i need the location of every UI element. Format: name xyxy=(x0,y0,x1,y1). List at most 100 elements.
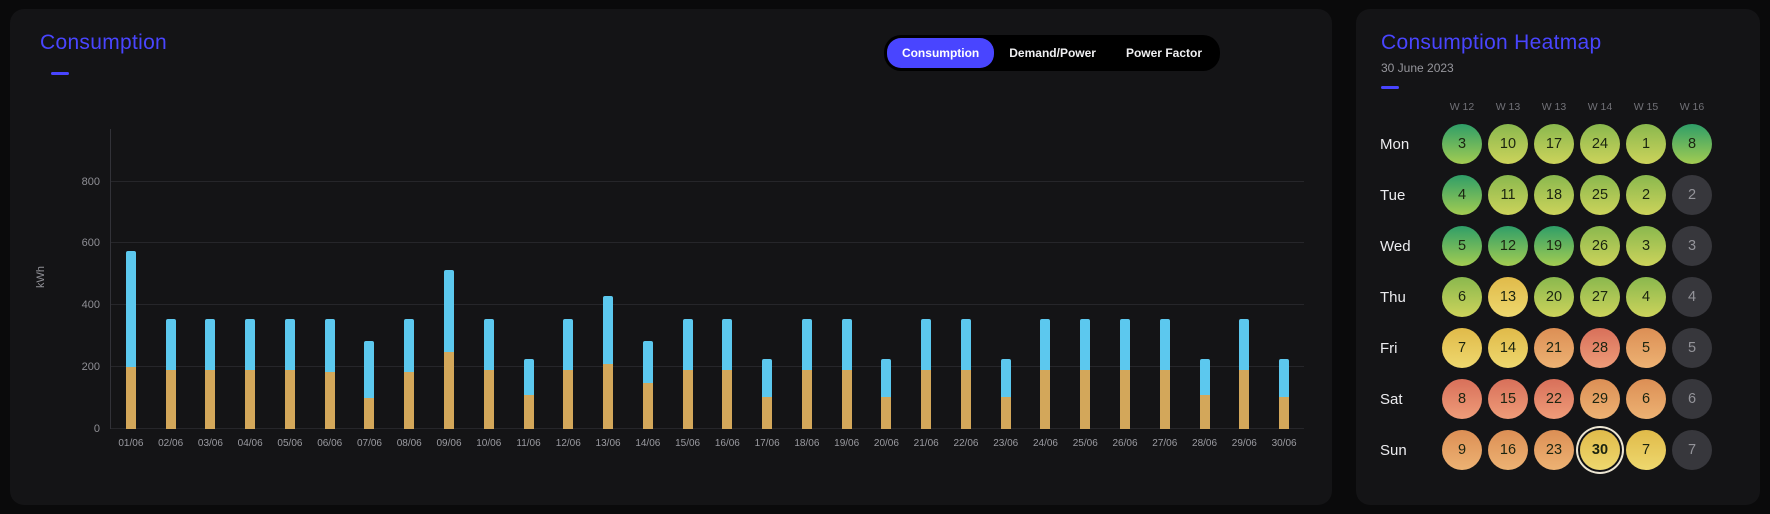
x-tick-label: 01/06 xyxy=(118,438,144,449)
x-tick-label: 11/06 xyxy=(516,438,541,449)
tab-power-factor[interactable]: Power Factor xyxy=(1111,38,1217,68)
heatmap-day-cell[interactable]: 4 xyxy=(1672,277,1712,317)
heatmap-day-cell[interactable]: 2 xyxy=(1626,175,1666,215)
tab-consumption[interactable]: Consumption xyxy=(886,38,995,68)
y-axis-label: kWh xyxy=(35,266,47,288)
bar-segment-top xyxy=(960,319,971,371)
x-tick-label: 21/06 xyxy=(913,438,939,449)
y-tick-label: 600 xyxy=(81,237,100,250)
y-tick-label: 200 xyxy=(81,361,100,374)
bar-segment-top xyxy=(722,319,733,371)
heatmap-day-cell[interactable]: 4 xyxy=(1442,175,1482,215)
heatmap-day-cell[interactable]: 27 xyxy=(1580,277,1620,317)
heatmap-day-cell[interactable]: 14 xyxy=(1488,328,1528,368)
bar-slot: 07/06 xyxy=(350,129,390,449)
heatmap-day-cell[interactable]: 22 xyxy=(1534,379,1574,419)
day-row-label: Wed xyxy=(1380,237,1411,255)
bar-slots: 01/06 02/06 03/06 04/06 05/06 06/06 07/06 08/06… xyxy=(111,129,1304,449)
bar-segment-top xyxy=(603,296,614,365)
heatmap-day-cell[interactable]: 3 xyxy=(1442,124,1482,164)
heatmap-day-cell[interactable]: 8 xyxy=(1672,124,1712,164)
heatmap-day-cell[interactable]: 23 xyxy=(1534,430,1574,470)
bar-stack xyxy=(245,319,256,429)
week-label: W 16 xyxy=(1679,101,1705,113)
bar-segment-bottom xyxy=(1040,370,1051,429)
bar-stack xyxy=(165,319,176,429)
bar-slot: 22/06 xyxy=(946,129,986,449)
bar-slot: 17/06 xyxy=(747,129,787,449)
bar-segment-bottom xyxy=(960,370,971,429)
heatmap-day-cell[interactable]: 29 xyxy=(1580,379,1620,419)
bar-segment-bottom xyxy=(284,370,295,429)
heatmap-day-cell[interactable]: 12 xyxy=(1488,226,1528,266)
heatmap-day-cell[interactable]: 10 xyxy=(1488,124,1528,164)
heatmap-day-cell[interactable]: 3 xyxy=(1672,226,1712,266)
bar-segment-top xyxy=(404,319,415,372)
heatmap-title: Consumption Heatmap xyxy=(1381,31,1602,54)
bar-slot: 24/06 xyxy=(1026,129,1066,449)
heatmap-day-cell[interactable]: 17 xyxy=(1534,124,1574,164)
heatmap-day-cell[interactable]: 6 xyxy=(1626,379,1666,419)
bar-slot: 04/06 xyxy=(230,129,270,449)
heatmap-day-cell[interactable]: 3 xyxy=(1626,226,1666,266)
heatmap-day-cell[interactable]: 9 xyxy=(1442,430,1482,470)
bar-segment-bottom xyxy=(921,370,932,429)
heatmap-day-cell[interactable]: 20 xyxy=(1534,277,1574,317)
bar-slot: 08/06 xyxy=(389,129,429,449)
x-tick-label: 07/06 xyxy=(356,438,382,449)
bar-stack xyxy=(921,319,932,429)
heatmap-day-cell[interactable]: 18 xyxy=(1534,175,1574,215)
title-accent-dash xyxy=(51,72,69,75)
heatmap-day-cell[interactable]: 6 xyxy=(1672,379,1712,419)
week-label: W 15 xyxy=(1633,101,1659,113)
bar-segment-top xyxy=(801,319,812,371)
heatmap-day-cell[interactable]: 16 xyxy=(1488,430,1528,470)
heatmap-day-cell[interactable]: 6 xyxy=(1442,277,1482,317)
bar-segment-top xyxy=(1279,359,1290,397)
bar-segment-top xyxy=(1159,319,1170,371)
heatmap-day-cell[interactable]: 21 xyxy=(1534,328,1574,368)
heatmap-grid: W 12 W 13 W 13 W 14 W 15 W 16 Mon 3 10 17 24 1 8 Tue 4… xyxy=(1378,101,1712,470)
heatmap-day-cell[interactable]: 7 xyxy=(1672,430,1712,470)
x-tick-label: 24/06 xyxy=(1032,438,1058,449)
bar-segment-top xyxy=(165,319,176,371)
heatmap-day-cell[interactable]: 28 xyxy=(1580,328,1620,368)
heatmap-day-cell[interactable]: 2 xyxy=(1672,175,1712,215)
bar-segment-top xyxy=(364,340,375,399)
heatmap-day-cell[interactable]: 13 xyxy=(1488,277,1528,317)
bar-stack xyxy=(682,319,693,429)
heatmap-day-cell[interactable]: 11 xyxy=(1488,175,1528,215)
bar-slot: 14/06 xyxy=(628,129,668,449)
heatmap-day-cell[interactable]: 30 xyxy=(1580,430,1620,470)
x-tick-label: 05/06 xyxy=(277,438,303,449)
bar-stack xyxy=(1120,319,1131,429)
heatmap-day-cell[interactable]: 26 xyxy=(1580,226,1620,266)
heatmap-day-cell[interactable]: 5 xyxy=(1442,226,1482,266)
bar-slot: 29/06 xyxy=(1224,129,1264,449)
tab-demand-power[interactable]: Demand/Power xyxy=(994,38,1111,68)
x-tick-label: 04/06 xyxy=(237,438,263,449)
x-tick-label: 12/06 xyxy=(555,438,581,449)
heatmap-day-cell[interactable]: 25 xyxy=(1580,175,1620,215)
heatmap-subtitle: 30 June 2023 xyxy=(1381,61,1454,75)
heatmap-day-cell[interactable]: 7 xyxy=(1626,430,1666,470)
heatmap-day-cell[interactable]: 15 xyxy=(1488,379,1528,419)
heatmap-day-cell[interactable]: 7 xyxy=(1442,328,1482,368)
bar-stack xyxy=(1279,359,1290,429)
x-tick-label: 15/06 xyxy=(675,438,701,449)
x-tick-label: 30/06 xyxy=(1271,438,1297,449)
bar-segment-bottom xyxy=(762,396,773,429)
bar-segment-top xyxy=(125,251,136,368)
heatmap-day-cell[interactable]: 5 xyxy=(1672,328,1712,368)
week-label: W 13 xyxy=(1541,101,1567,113)
heatmap-day-cell[interactable]: 19 xyxy=(1534,226,1574,266)
bar-slot: 09/06 xyxy=(429,129,469,449)
heatmap-day-cell[interactable]: 8 xyxy=(1442,379,1482,419)
heatmap-day-cell[interactable]: 24 xyxy=(1580,124,1620,164)
bar-stack xyxy=(125,251,136,429)
heatmap-day-cell[interactable]: 1 xyxy=(1626,124,1666,164)
heatmap-day-cell[interactable]: 5 xyxy=(1626,328,1666,368)
heatmap-day-cell[interactable]: 4 xyxy=(1626,277,1666,317)
x-tick-label: 08/06 xyxy=(396,438,422,449)
x-tick-label: 27/06 xyxy=(1152,438,1178,449)
